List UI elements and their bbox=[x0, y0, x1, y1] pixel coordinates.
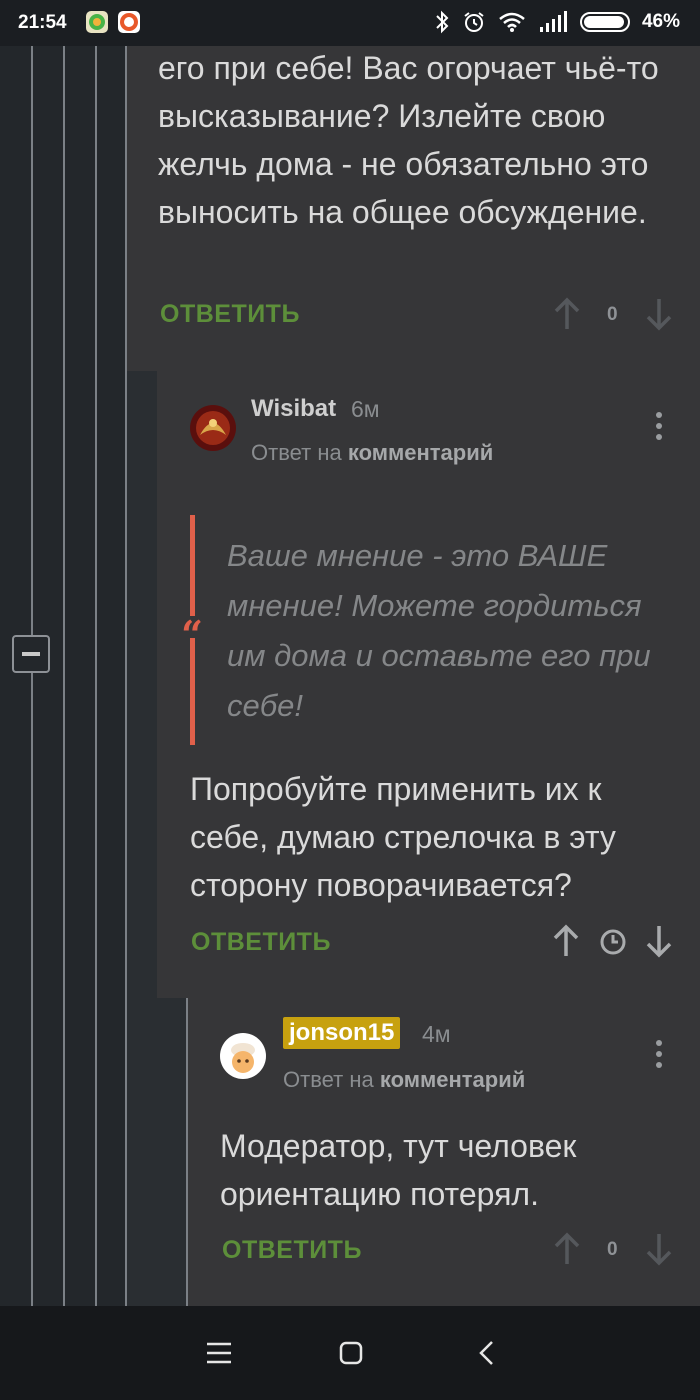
comment-body: Модератор, тут человек ориентацию потеря… bbox=[220, 1128, 577, 1212]
arrow-down-icon[interactable] bbox=[645, 924, 673, 958]
reply-button[interactable]: ОТВЕТИТЬ bbox=[191, 928, 331, 957]
back-icon[interactable] bbox=[478, 1340, 494, 1366]
menu-icon[interactable] bbox=[206, 1342, 232, 1364]
more-vertical-icon[interactable] bbox=[655, 1040, 663, 1073]
quote-icon: “ bbox=[178, 616, 206, 654]
username[interactable]: Wisibat bbox=[251, 395, 336, 423]
comment-body: Попробуйте применить их к себе, думаю ст… bbox=[190, 771, 616, 903]
comment-body: его при себе! Вас огорчает чьё-то высказ… bbox=[158, 50, 659, 230]
thread-line bbox=[63, 46, 65, 1306]
battery-percent: 46% bbox=[641, 11, 680, 32]
more-vertical-icon[interactable] bbox=[655, 412, 663, 445]
comment-time: 6м bbox=[351, 396, 380, 422]
green-app-icon bbox=[86, 11, 108, 33]
status-bar: 21:54 46% bbox=[0, 0, 700, 46]
nest-indent-bar bbox=[127, 371, 157, 1306]
reply-to: Ответ на комментарий bbox=[283, 1067, 525, 1093]
arrow-down-icon[interactable] bbox=[645, 297, 673, 331]
vote-score: 0 bbox=[607, 1239, 618, 1260]
arrow-up-icon[interactable] bbox=[553, 1232, 581, 1266]
comment-time: 4м bbox=[422, 1021, 451, 1047]
collapse-thread-button[interactable] bbox=[12, 635, 50, 673]
reply-to-prefix: Ответ на bbox=[251, 440, 342, 465]
vote-score: 0 bbox=[607, 304, 618, 325]
battery-icon bbox=[579, 12, 630, 32]
avatar[interactable] bbox=[190, 405, 236, 451]
status-time: 21:54 bbox=[18, 12, 67, 33]
arrow-up-icon[interactable] bbox=[552, 924, 580, 958]
username[interactable]: jonson15 bbox=[283, 1017, 401, 1049]
reply-to-link[interactable]: комментарий bbox=[380, 1067, 525, 1092]
thread-line bbox=[95, 46, 97, 1306]
navigation-bar bbox=[0, 1306, 700, 1400]
reply-button[interactable]: ОТВЕТИТЬ bbox=[160, 300, 300, 329]
nest-indent-bar bbox=[157, 998, 187, 1306]
clock-icon bbox=[600, 929, 626, 955]
reply-to-link[interactable]: комментарий bbox=[348, 440, 493, 465]
arrow-down-icon[interactable] bbox=[645, 1232, 673, 1266]
reply-to: Ответ на комментарий bbox=[251, 440, 493, 466]
home-icon[interactable] bbox=[339, 1341, 363, 1365]
avatar[interactable] bbox=[220, 1033, 266, 1079]
alarm-icon bbox=[464, 12, 484, 32]
quoted-text: Ваше мнение - это ВАШЕ мнение! Можете го… bbox=[227, 538, 651, 723]
reply-button[interactable]: ОТВЕТИТЬ bbox=[222, 1236, 362, 1265]
arrow-up-icon[interactable] bbox=[553, 297, 581, 331]
thread-line bbox=[31, 46, 33, 1306]
signal-icon bbox=[539, 11, 567, 32]
wifi-icon bbox=[499, 12, 525, 32]
reply-to-prefix: Ответ на bbox=[283, 1067, 374, 1092]
orange-app-icon bbox=[118, 11, 140, 33]
bluetooth-icon bbox=[436, 10, 449, 34]
